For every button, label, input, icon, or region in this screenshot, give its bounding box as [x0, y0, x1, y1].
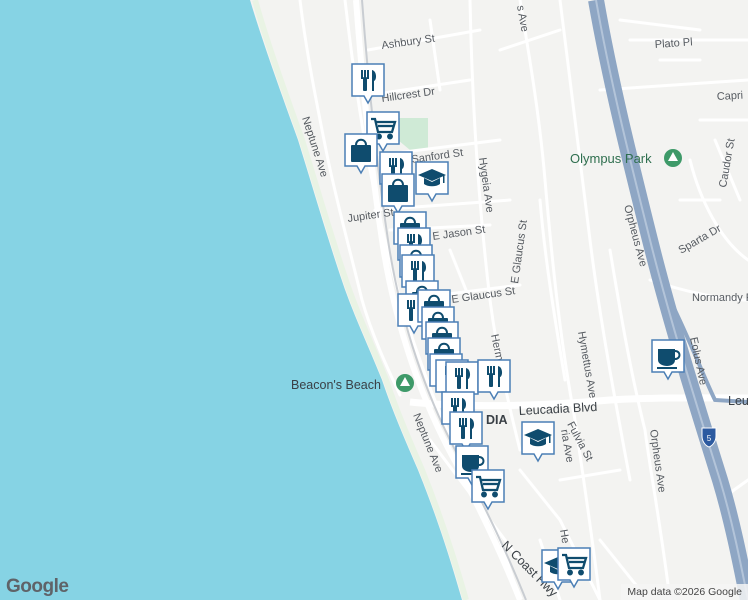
place-label-beacons-beach[interactable]: Beacon's Beach [291, 378, 381, 392]
poi-marker-shopping[interactable] [380, 172, 416, 215]
street-label-leucadia-blvd-east: Leu [728, 394, 748, 408]
place-label-olympus-park[interactable]: Olympus Park [570, 151, 652, 166]
tree-icon [664, 149, 682, 167]
poi-marker-grocery[interactable] [556, 546, 592, 589]
map-attribution[interactable]: Map data ©2026 Google [621, 584, 748, 600]
poi-marker-school[interactable] [520, 420, 556, 463]
poi-marker-restaurant[interactable] [350, 62, 386, 105]
poi-marker-cafe[interactable] [650, 338, 686, 381]
poi-marker-grocery[interactable] [470, 468, 506, 511]
neighborhood-label-dia: DIA [486, 413, 508, 427]
poi-marker-shopping[interactable] [343, 132, 379, 175]
street-label-normandy: Normandy R [692, 292, 748, 304]
google-logo: Google [6, 576, 69, 597]
poi-marker-school[interactable] [414, 160, 450, 203]
street-label-capri: Capri [717, 90, 744, 103]
street-label-he: He [557, 528, 571, 544]
svg-text:5: 5 [707, 434, 712, 443]
poi-marker-restaurant[interactable] [448, 410, 484, 453]
poi-marker-restaurant[interactable] [476, 358, 512, 401]
tree-icon [396, 374, 414, 392]
